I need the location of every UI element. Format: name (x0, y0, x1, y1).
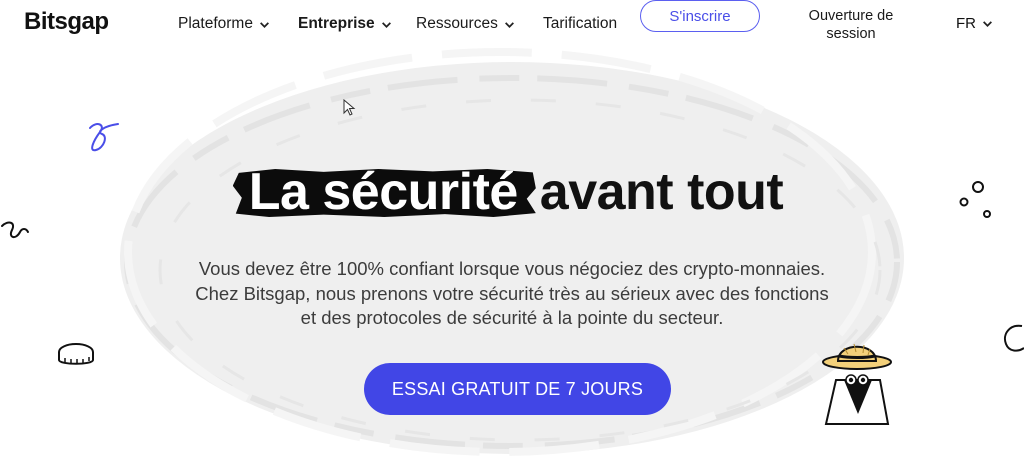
bitsgap-logo[interactable]: Bitsgap (24, 8, 109, 36)
language-label: FR (956, 15, 976, 32)
site-header: Bitsgap Plateforme Entreprise Ressources… (0, 0, 1024, 52)
chevron-down-icon (504, 21, 514, 28)
nav-ressources[interactable]: Ressources (416, 15, 515, 33)
detective-mascot-icon (822, 343, 892, 425)
hero-title-highlight: La sécurité (241, 163, 526, 221)
signup-button[interactable]: S'inscrire (640, 0, 760, 32)
language-selector[interactable]: FR (956, 15, 993, 32)
mouse-cursor-icon (343, 99, 356, 116)
nav-plateforme-label: Plateforme (178, 15, 253, 32)
nav-entreprise-label: Entreprise (298, 15, 375, 32)
nav-tarification[interactable]: Tarification (543, 15, 617, 33)
hero-subtitle: Vous devez être 100% confiant lorsque vo… (195, 258, 829, 328)
hero-title-rest: avant tout (539, 163, 784, 221)
chevron-down-icon (381, 21, 391, 28)
nav-plateforme[interactable]: Plateforme (178, 15, 270, 33)
squiggle-icon (1004, 324, 1024, 352)
free-trial-button[interactable]: ESSAI GRATUIT DE 7 JOURS (364, 363, 671, 415)
coin-icon (58, 343, 94, 365)
nav-tarification-label: Tarification (543, 15, 618, 32)
hero-title: La sécurité avant tout (0, 162, 1024, 222)
nav-ressources-label: Ressources (416, 15, 498, 32)
page: Bitsgap Plateforme Entreprise Ressources… (0, 0, 1024, 471)
squiggle-icon (89, 123, 119, 152)
login-link[interactable]: Ouverture de session (796, 7, 906, 43)
chevron-down-icon (983, 21, 992, 27)
chevron-down-icon (259, 21, 269, 28)
nav-entreprise[interactable]: Entreprise (298, 15, 392, 33)
